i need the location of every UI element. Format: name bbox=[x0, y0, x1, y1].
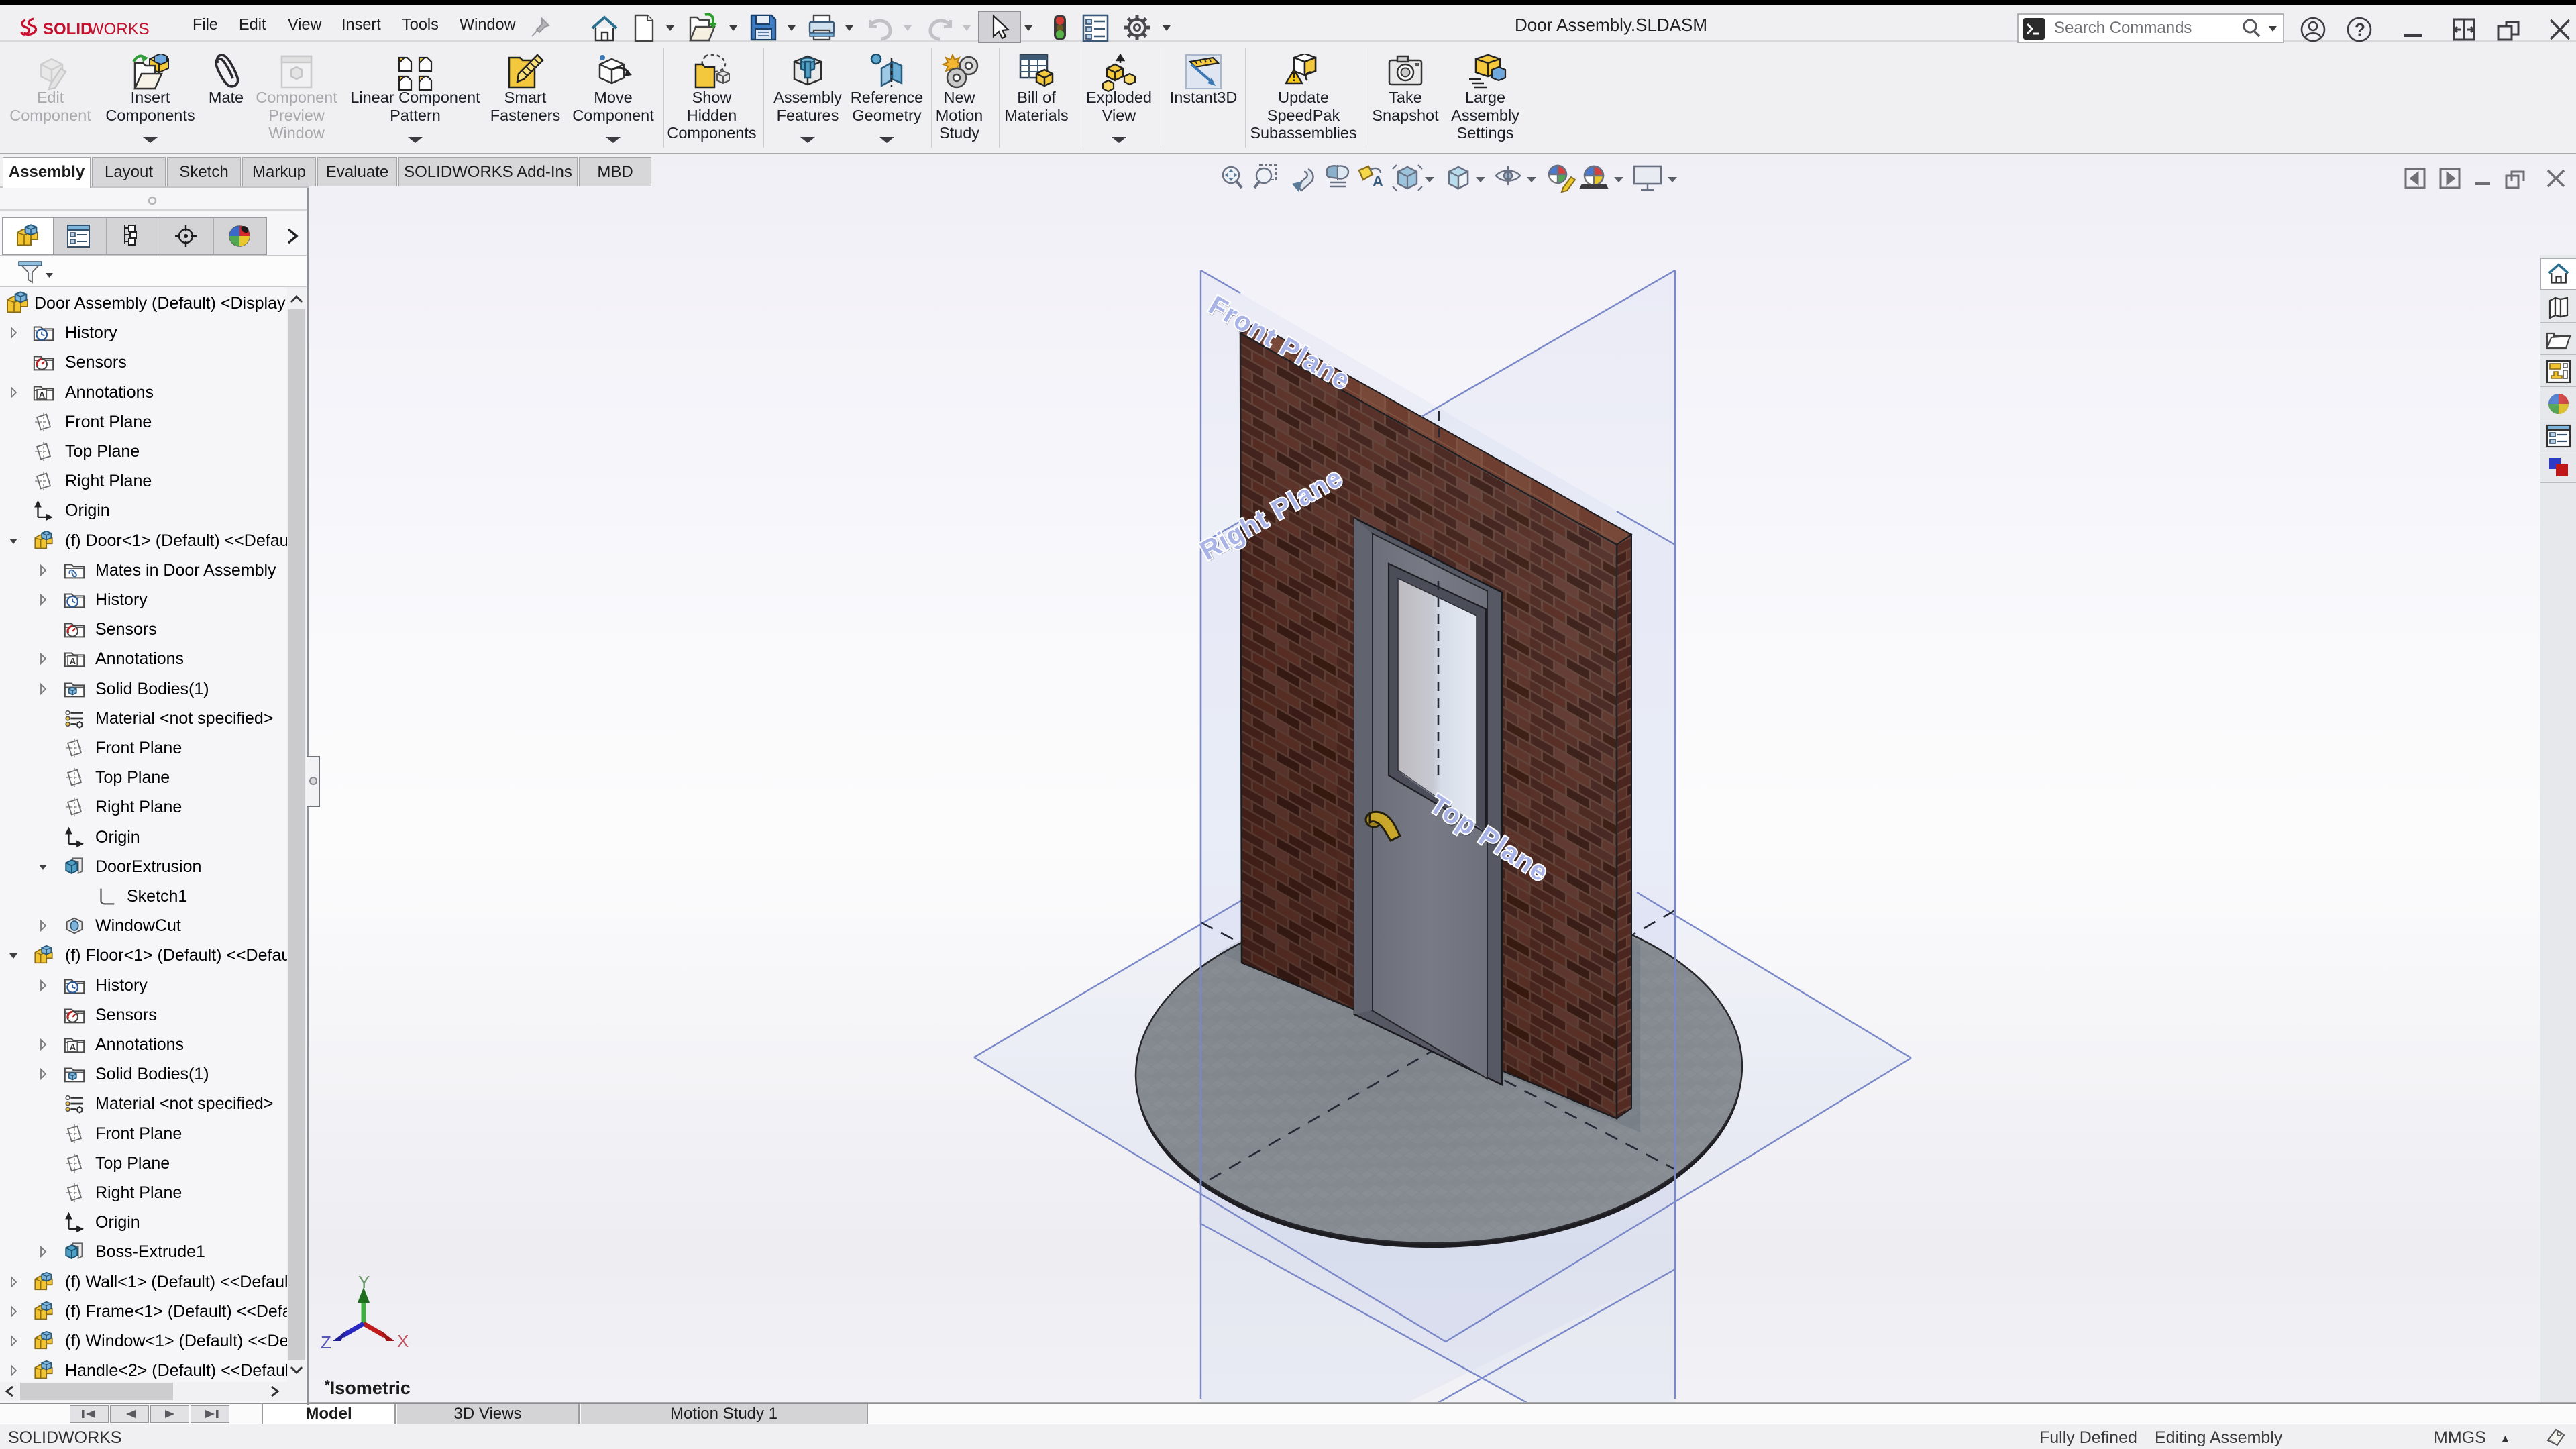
svg-text:SOLID: SOLID bbox=[43, 20, 92, 38]
svg-text:Y: Y bbox=[358, 1272, 370, 1292]
svg-text:X: X bbox=[397, 1331, 409, 1351]
svg-text:Z: Z bbox=[321, 1332, 331, 1352]
svg-text:WORKS: WORKS bbox=[89, 20, 150, 38]
svg-text:A: A bbox=[1373, 173, 1383, 190]
svg-text:?: ? bbox=[2355, 19, 2365, 40]
svg-text:!: ! bbox=[1292, 70, 1296, 84]
